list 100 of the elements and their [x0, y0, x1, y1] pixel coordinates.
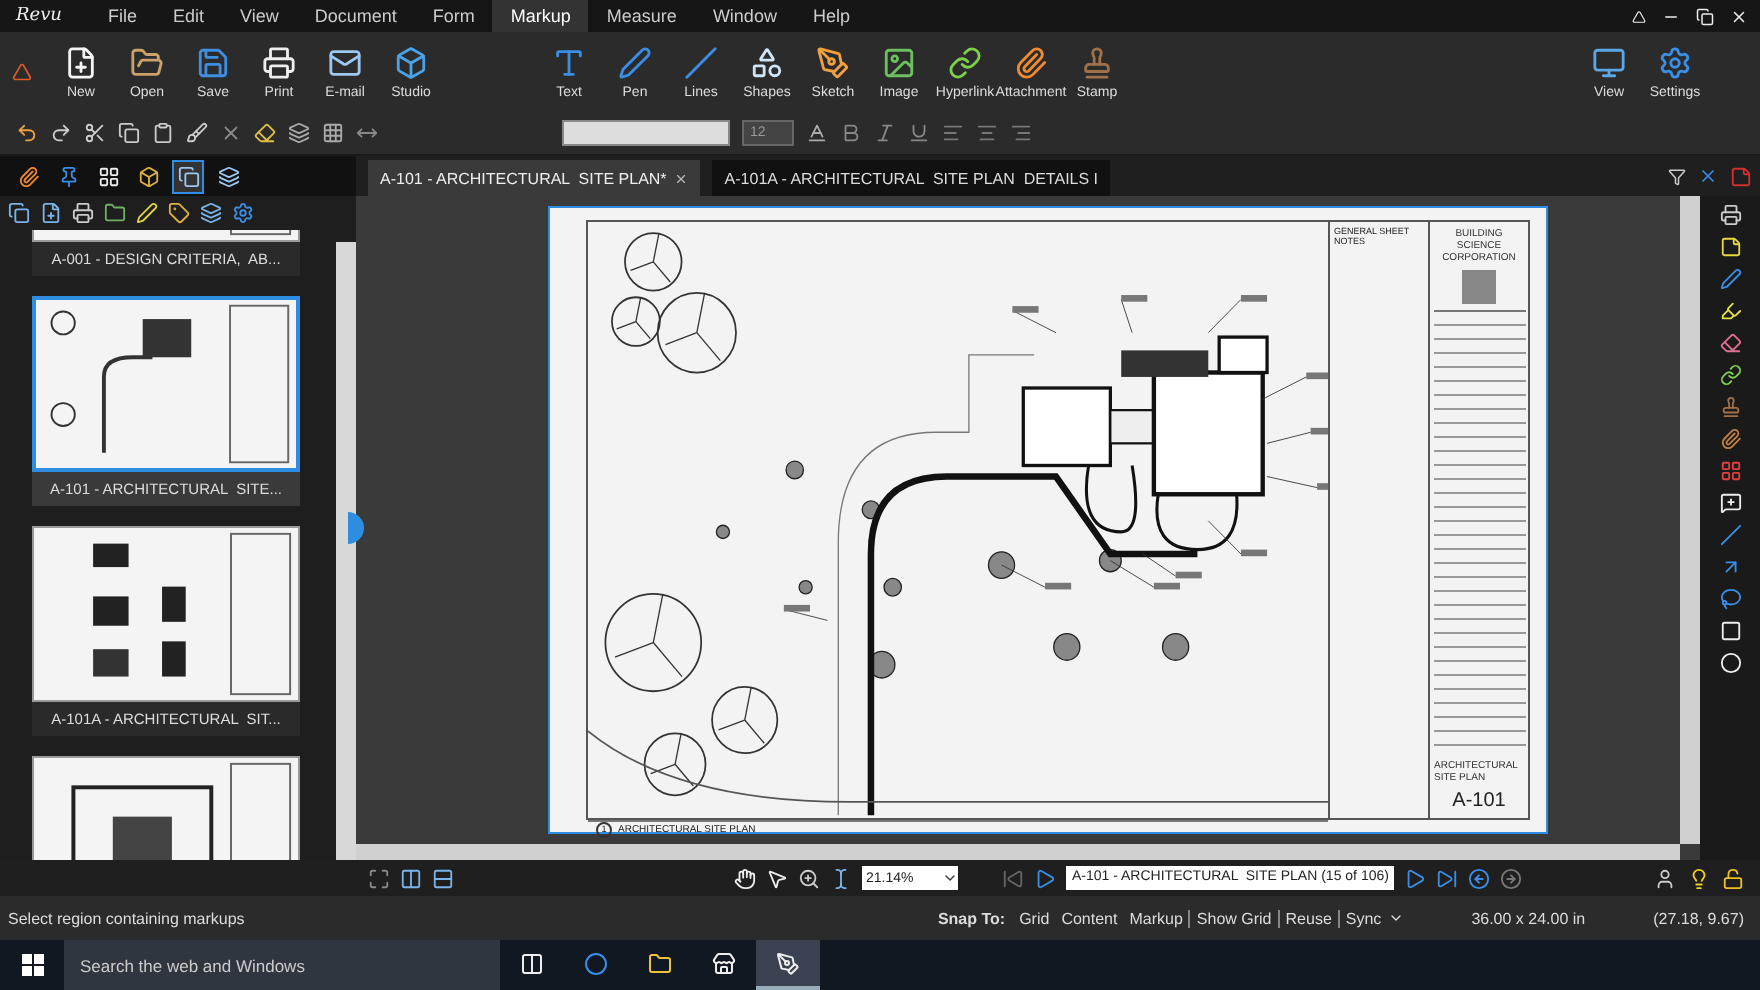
panel-tab[interactable] [172, 159, 204, 193]
printer-icon[interactable] [1719, 204, 1741, 226]
line-icon[interactable] [1719, 524, 1741, 546]
page-thumbnail[interactable] [32, 526, 300, 702]
document-tab[interactable]: A-101A - ARCHITECTURAL SITE PLAN DETAILS I [712, 160, 1111, 196]
caret-icon[interactable] [1387, 910, 1404, 926]
user-icon[interactable] [1654, 867, 1676, 889]
dropdown-icon[interactable] [12, 62, 32, 82]
company-logo [1462, 270, 1496, 304]
paperclip-icon[interactable] [1719, 428, 1741, 450]
eraser-icon[interactable] [1719, 332, 1741, 354]
link-icon[interactable] [1719, 364, 1741, 386]
menu-item[interactable]: Document [296, 0, 415, 32]
store-icon [712, 951, 736, 975]
paste-icon[interactable] [152, 122, 174, 144]
previous-page-icon[interactable] [1034, 867, 1056, 889]
search-field[interactable]: Search the web and Windows [64, 940, 500, 990]
forward-icon[interactable] [1500, 867, 1523, 889]
sheet-number: A-101 [1452, 790, 1506, 812]
brush-icon[interactable] [186, 122, 208, 144]
pen-icon[interactable] [136, 202, 158, 224]
status-toggle[interactable]: Show Grid [1188, 909, 1278, 927]
app-button[interactable] [756, 940, 820, 990]
split-icon[interactable] [432, 867, 454, 889]
status-toggle[interactable]: Markup [1123, 909, 1189, 927]
last-page-icon[interactable] [1436, 867, 1459, 889]
stamp-icon [1080, 45, 1114, 79]
insert-page-icon[interactable] [40, 202, 62, 224]
comment-icon[interactable] [1719, 492, 1741, 514]
align-left-icon[interactable] [942, 122, 964, 144]
menu-item[interactable]: File [89, 0, 155, 32]
undo-icon[interactable] [16, 122, 38, 144]
text-select-icon[interactable] [830, 867, 852, 889]
lasso-icon[interactable] [1719, 588, 1741, 610]
status-toggle[interactable]: Reuse [1277, 909, 1338, 927]
scrollbar[interactable] [1680, 196, 1700, 844]
delete-icon[interactable] [220, 122, 242, 144]
scrollbar[interactable] [356, 844, 1680, 860]
tag-icon[interactable] [168, 202, 190, 224]
pages-icon[interactable] [8, 202, 30, 224]
pen-icon[interactable] [1719, 268, 1741, 290]
menu-item[interactable]: Markup [492, 0, 589, 32]
highlighter-icon[interactable] [1719, 300, 1741, 322]
underline-icon[interactable] [908, 122, 930, 144]
filter-icon[interactable] [1668, 167, 1686, 185]
menu-item[interactable]: Measure [588, 0, 695, 32]
settings-icon[interactable] [232, 202, 254, 224]
split-icon[interactable] [400, 867, 422, 889]
fit-icon[interactable] [368, 867, 390, 889]
status-toggle[interactable]: Grid [1013, 909, 1056, 927]
print-icon[interactable] [72, 202, 94, 224]
page-thumbnail[interactable] [32, 296, 300, 472]
menu-item[interactable]: Help [794, 0, 868, 32]
zoom-icon[interactable] [798, 867, 820, 889]
menu-item[interactable]: Edit [155, 0, 223, 32]
italic-icon[interactable] [874, 122, 896, 144]
next-page-icon[interactable] [1404, 867, 1427, 889]
status-toggle[interactable]: Content [1055, 909, 1124, 927]
lock-icon[interactable] [1722, 867, 1744, 889]
font-field[interactable] [562, 120, 730, 146]
paperclip-icon [17, 165, 39, 187]
folder-icon[interactable] [104, 202, 126, 224]
back-icon[interactable] [1468, 867, 1491, 889]
align-right-icon[interactable] [1010, 122, 1032, 144]
pin-icon [57, 165, 79, 187]
bold-icon[interactable] [840, 122, 862, 144]
status-toggle[interactable]: Sync [1337, 909, 1388, 927]
arrow-icon[interactable] [1719, 556, 1741, 578]
redo-icon[interactable] [50, 122, 72, 144]
font-color-icon[interactable] [806, 122, 828, 144]
grid-icon[interactable] [1719, 460, 1741, 482]
menu-item[interactable]: Form [414, 0, 493, 32]
windows-icon [21, 954, 43, 976]
paperclip-icon [1014, 45, 1048, 79]
circle-icon[interactable] [1719, 652, 1741, 674]
scrollbar[interactable] [336, 242, 356, 860]
first-page-icon[interactable] [1002, 867, 1024, 889]
arrow-line-icon[interactable] [356, 122, 378, 144]
new-document-icon [64, 45, 98, 79]
restore-icon[interactable] [1696, 7, 1714, 25]
document-tab[interactable]: A-101 - ARCHITECTURAL SITE PLAN* [368, 160, 701, 196]
select-icon[interactable] [766, 867, 788, 889]
copy-icon[interactable] [118, 122, 140, 144]
eraser-icon[interactable] [254, 122, 276, 144]
layers-icon[interactable] [288, 122, 310, 144]
rectangle-icon[interactable] [1719, 620, 1741, 642]
align-center-icon[interactable] [976, 122, 998, 144]
cut-icon[interactable] [84, 122, 106, 144]
pan-icon[interactable] [734, 867, 756, 889]
link-icon [948, 45, 982, 79]
stamp-icon[interactable] [1719, 396, 1741, 418]
close-icon[interactable] [674, 171, 689, 185]
pen-icon [618, 45, 652, 79]
layers-icon[interactable] [200, 202, 222, 224]
menu-item[interactable]: Window [694, 0, 795, 32]
collapse-icon[interactable] [1632, 9, 1646, 23]
menu-item[interactable]: View [222, 0, 297, 32]
panel-handle[interactable] [348, 512, 364, 544]
lightbulb-icon[interactable] [1688, 867, 1710, 889]
pattern-icon[interactable] [322, 122, 344, 144]
